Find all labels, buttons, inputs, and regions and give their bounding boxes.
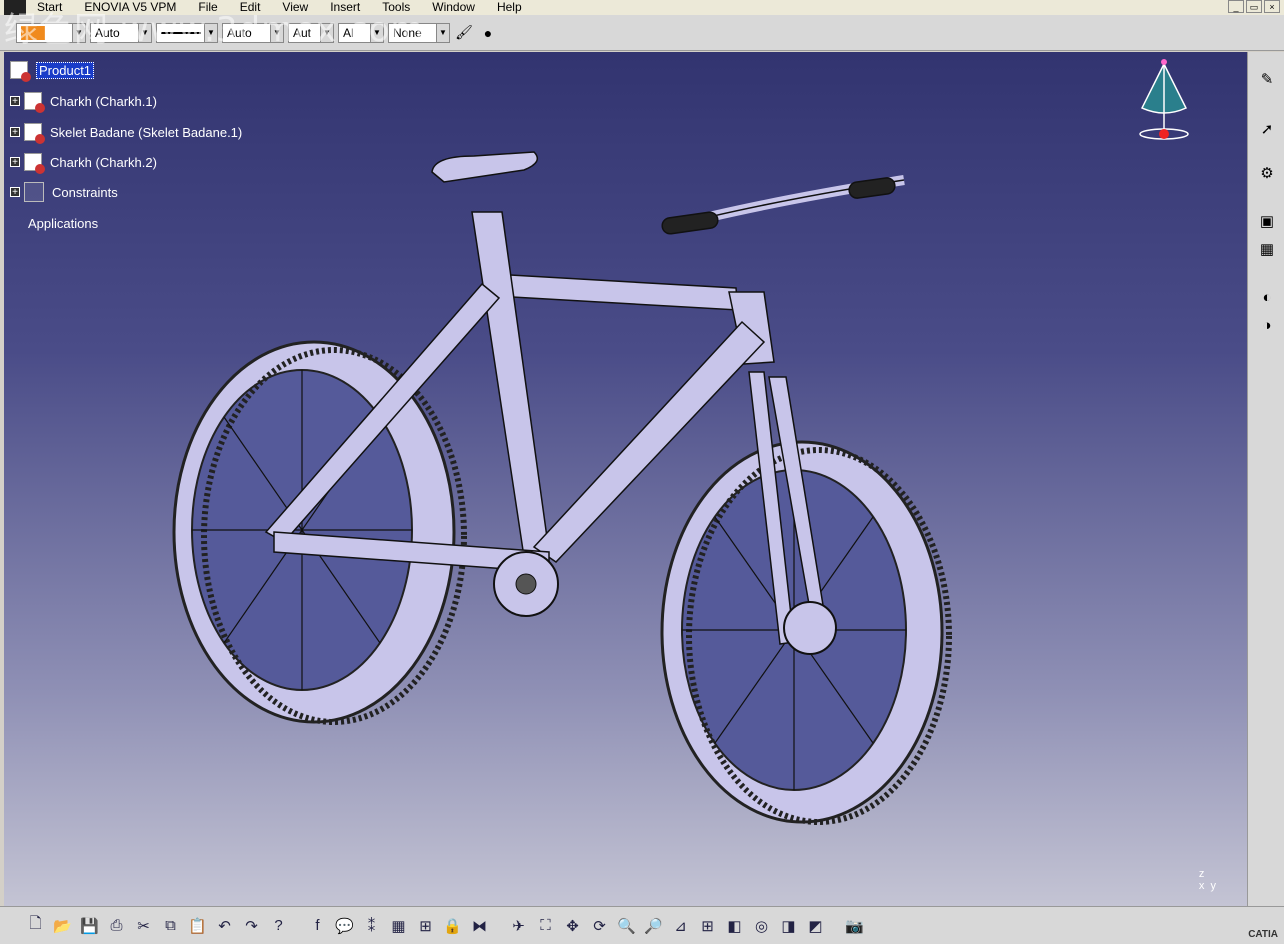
restore-button[interactable]: ▭ xyxy=(1246,0,1262,13)
color-swatch xyxy=(21,25,45,40)
line-sample xyxy=(161,31,201,34)
undo-icon[interactable]: ↶ xyxy=(213,914,236,937)
chevron-down-icon[interactable]: ▼ xyxy=(72,23,85,42)
rotate-icon[interactable]: ⟳ xyxy=(588,914,611,937)
menu-edit[interactable]: Edit xyxy=(229,0,272,15)
fly-icon[interactable]: ✈ xyxy=(507,914,530,937)
menu-view[interactable]: View xyxy=(271,0,319,15)
bicycle-model[interactable] xyxy=(4,52,1248,906)
painter-icon[interactable]: 🖌 xyxy=(454,23,474,43)
measure-icon[interactable]: ◑ xyxy=(1256,314,1278,336)
render-style-icon[interactable]: ◎ xyxy=(750,914,773,937)
layer-none-combo[interactable]: None ▼ xyxy=(388,22,450,43)
point-type-value: Auto xyxy=(227,25,252,40)
normal-view-icon[interactable]: ⊿ xyxy=(669,914,692,937)
insert-component-icon[interactable]: ▣ xyxy=(1256,210,1278,232)
filter-value: Al xyxy=(343,25,354,40)
hide-show-icon[interactable]: ◨ xyxy=(777,914,800,937)
pan-icon[interactable]: ✥ xyxy=(561,914,584,937)
whats-this-icon[interactable]: ? xyxy=(267,914,290,937)
print-icon[interactable]: ⎙ xyxy=(105,914,128,937)
menu-file[interactable]: File xyxy=(187,0,228,15)
knowledge-icon[interactable]: ⁑ xyxy=(360,914,383,937)
filter-combo[interactable]: Al ▼ xyxy=(338,22,384,43)
properties-icon[interactable]: ● xyxy=(478,23,498,43)
layer-none-value: None xyxy=(393,25,422,40)
layer-combo[interactable]: Aut ▼ xyxy=(288,22,334,43)
layer-value: Aut xyxy=(293,25,312,40)
point-type-combo[interactable]: Auto ▼ xyxy=(222,22,284,43)
chevron-down-icon[interactable]: ▼ xyxy=(370,23,383,42)
analysis-icon[interactable]: ◐ xyxy=(1256,286,1278,308)
chevron-down-icon[interactable]: ▼ xyxy=(138,23,151,42)
new-icon[interactable]: 🗋 xyxy=(24,914,47,937)
open-icon[interactable]: 📂 xyxy=(51,914,74,937)
iso-view-icon[interactable]: ◧ xyxy=(723,914,746,937)
disc-brake xyxy=(783,601,837,655)
comment-icon[interactable]: 💬 xyxy=(333,914,356,937)
zoom-out-icon[interactable]: 🔎 xyxy=(642,914,665,937)
save-icon[interactable]: 💾 xyxy=(78,914,101,937)
menu-window[interactable]: Window xyxy=(421,0,486,15)
right-toolbar: ✎ ➚ ⚙ ▣ ▦ ◐ ◑ xyxy=(1247,52,1284,906)
catia-app-icon[interactable] xyxy=(4,0,26,15)
macro-icon[interactable]: ⧓ xyxy=(468,914,491,937)
chevron-down-icon[interactable]: ▼ xyxy=(436,23,449,42)
menu-start[interactable]: Start xyxy=(26,0,73,15)
chevron-down-icon[interactable]: ▼ xyxy=(204,23,217,42)
graphic-properties-toolbar: ▼ Auto ▼ ▼ Auto ▼ Aut ▼ Al ▼ None ▼ 🖌 ● xyxy=(0,15,1284,51)
snap-icon[interactable]: ⚙ xyxy=(1256,162,1278,184)
tree-icon[interactable]: ⊞ xyxy=(414,914,437,937)
select-icon[interactable]: ➚ xyxy=(1256,118,1278,140)
3d-viewport[interactable]: Product1 + Charkh (Charkh.1) + Skelet Ba… xyxy=(4,52,1248,906)
chevron-down-icon[interactable]: ▼ xyxy=(320,23,333,42)
line-weight-value: Auto xyxy=(95,25,120,40)
fit-all-icon[interactable]: ⛶ xyxy=(534,914,557,937)
paste-icon[interactable]: 📋 xyxy=(186,914,209,937)
existing-component-icon[interactable]: ▦ xyxy=(1256,238,1278,260)
zoom-in-icon[interactable]: 🔍 xyxy=(615,914,638,937)
formula-icon[interactable]: f xyxy=(306,914,329,937)
menu-enovia[interactable]: ENOVIA V5 VPM xyxy=(73,0,187,15)
menu-bar: Start ENOVIA V5 VPM File Edit View Inser… xyxy=(0,0,1284,15)
cut-icon[interactable]: ✂ xyxy=(132,914,155,937)
minimize-button[interactable]: _ xyxy=(1228,0,1244,13)
axis-triad: zx y xyxy=(1198,868,1216,892)
copy-icon[interactable]: ⧉ xyxy=(159,914,182,937)
capture-icon[interactable]: 📷 xyxy=(843,914,866,937)
lock-icon[interactable]: 🔒 xyxy=(441,914,464,937)
menu-help[interactable]: Help xyxy=(486,0,533,15)
catia-logo: CATIA xyxy=(1248,929,1278,940)
redo-icon[interactable]: ↷ xyxy=(240,914,263,937)
close-button[interactable]: × xyxy=(1264,0,1280,13)
swap-visible-icon[interactable]: ◩ xyxy=(804,914,827,937)
line-type-combo[interactable]: ▼ xyxy=(156,22,218,43)
sketcher-icon[interactable]: ✎ xyxy=(1256,68,1278,90)
chevron-down-icon[interactable]: ▼ xyxy=(270,23,283,42)
menu-tools[interactable]: Tools xyxy=(371,0,421,15)
menu-insert[interactable]: Insert xyxy=(319,0,371,15)
multi-view-icon[interactable]: ⊞ xyxy=(696,914,719,937)
line-weight-combo[interactable]: Auto ▼ xyxy=(90,22,152,43)
table-icon[interactable]: ▦ xyxy=(387,914,410,937)
color-combo[interactable]: ▼ xyxy=(16,22,86,43)
bottom-toolbar: 🗋 📂 💾 ⎙ ✂ ⧉ 📋 ↶ ↷ ? f 💬 ⁑ ▦ ⊞ 🔒 ⧓ ✈ ⛶ ✥ … xyxy=(0,906,1284,944)
